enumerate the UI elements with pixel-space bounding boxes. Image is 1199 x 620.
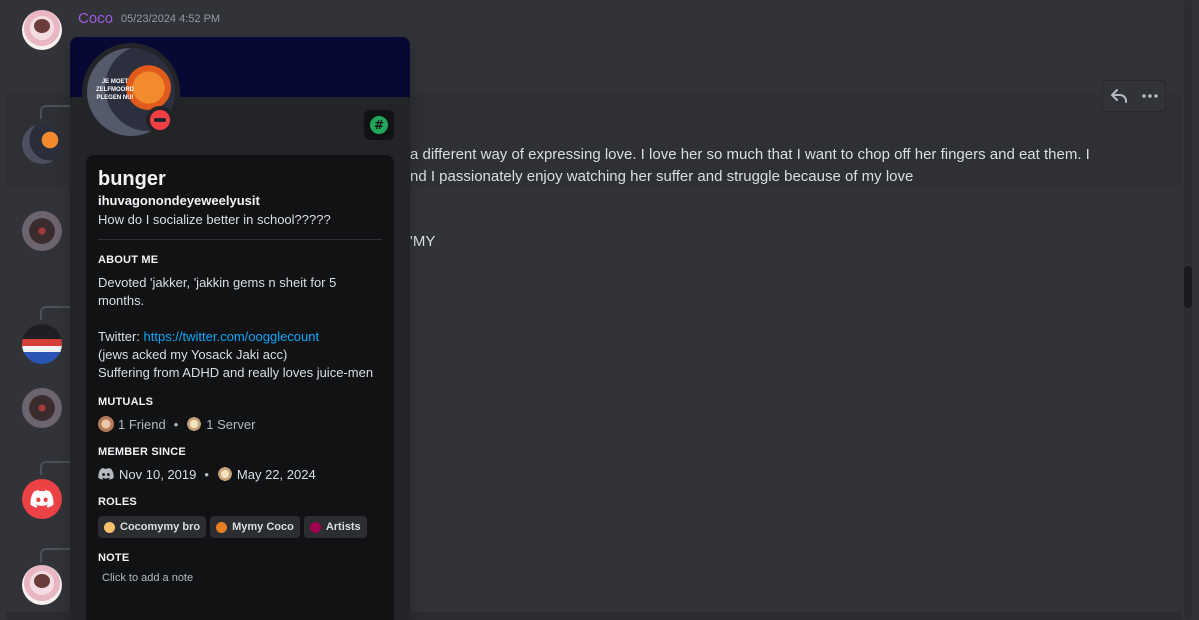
message-timestamp: 05/23/2024 4:52 PM <box>121 13 221 25</box>
reply-connector <box>40 306 70 320</box>
message-actions <box>1102 80 1166 112</box>
more-icon[interactable] <box>1138 84 1162 108</box>
reply-connector <box>40 548 70 562</box>
about-me-text: Devoted 'jakker, 'jakkin gems n sheit fo… <box>98 274 382 382</box>
do-not-disturb-icon <box>146 106 174 134</box>
member-since-row: Nov 10, 2019 • May 22, 2024 <box>98 466 382 482</box>
message-text: nd I passionately enjoy watching her suf… <box>410 168 914 185</box>
about-line: Suffering from ADHD and really loves jui… <box>98 365 374 380</box>
avatar-coco-2[interactable] <box>22 565 62 605</box>
separator-dot: • <box>204 466 209 482</box>
reply-connector <box>40 105 70 119</box>
mutuals-heading: MUTUALS <box>98 396 154 408</box>
member-since-heading: MEMBER SINCE <box>98 446 186 458</box>
role-pill[interactable]: Mymy Coco <box>210 516 300 538</box>
reply-icon[interactable] <box>1107 84 1131 108</box>
role-color-dot <box>104 521 115 533</box>
profile-badge[interactable]: # <box>364 110 394 140</box>
twitter-link[interactable]: https://twitter.com/oogglecount <box>144 329 320 344</box>
server-member-since: May 22, 2024 <box>236 466 316 482</box>
role-color-dot <box>216 521 228 533</box>
mutual-friend-avatar <box>98 416 114 432</box>
message-text: 'MY <box>410 233 436 250</box>
message-text: a different way of expressing love. I lo… <box>410 146 1090 163</box>
server-icon <box>216 466 233 482</box>
role-pill[interactable]: Artists <box>303 516 367 538</box>
role-label: Cocomymy bro <box>120 521 201 533</box>
discord-logo-icon <box>30 490 54 508</box>
scrollbar-thumb[interactable] <box>1184 266 1192 308</box>
mutual-friends-link[interactable]: 1 Friend <box>118 417 166 432</box>
discord-logo-icon <box>98 468 114 480</box>
about-line: Twitter: https://twitter.com/oogglecount <box>98 328 382 346</box>
about-line: (jews acked my Yosack Jaki acc) <box>98 347 288 362</box>
profile-body: bunger ihuvagonondeyeweelyusit How do I … <box>86 155 394 620</box>
user-profile-popout: JE MOET ZELFMOORD PLEGEN NU! # bunger ih… <box>70 37 410 620</box>
mutuals-row: 1 Friend • 1 Server <box>98 416 382 432</box>
role-color-dot <box>309 521 321 533</box>
mutual-server-icon <box>186 416 203 432</box>
avatar-user-3[interactable] <box>22 211 62 251</box>
divider <box>98 239 382 240</box>
mutual-servers-link[interactable]: 1 Server <box>206 417 255 432</box>
avatar-user-4[interactable] <box>22 324 62 364</box>
profile-custom-status: How do I socialize better in school????? <box>98 212 331 227</box>
role-label: Artists <box>325 521 361 533</box>
role-label: Mymy Coco <box>232 521 294 533</box>
note-input[interactable]: Click to add a note <box>102 572 382 584</box>
profile-display-name: bunger <box>98 168 166 190</box>
avatar-caption: JE MOET ZELFMOORD PLEGEN NU! <box>96 79 134 101</box>
scrollbar-track[interactable] <box>1184 0 1192 620</box>
separator-dot: • <box>173 416 179 432</box>
roles-heading: ROLES <box>98 496 137 508</box>
about-line: Devoted 'jakker, 'jakkin gems n sheit fo… <box>98 275 337 308</box>
profile-username: ihuvagonondeyeweelyusit <box>98 193 260 208</box>
hashtag-badge-icon: # <box>370 116 388 134</box>
avatar-coco[interactable] <box>22 10 62 50</box>
reply-connector <box>40 461 70 475</box>
note-heading: NOTE <box>98 552 130 564</box>
avatar-bunger[interactable] <box>22 124 62 164</box>
avatar-user-5[interactable] <box>22 388 62 428</box>
role-pill[interactable]: Cocomymy bro <box>98 516 207 538</box>
twitter-label: Twitter: <box>98 329 144 344</box>
roles-list: Cocomymy bro Mymy Coco Artists <box>98 516 382 538</box>
discord-member-since: Nov 10, 2019 <box>119 466 197 482</box>
message-username[interactable]: Coco <box>78 10 113 27</box>
avatar-discord[interactable] <box>22 479 62 519</box>
about-me-heading: ABOUT ME <box>98 254 159 266</box>
